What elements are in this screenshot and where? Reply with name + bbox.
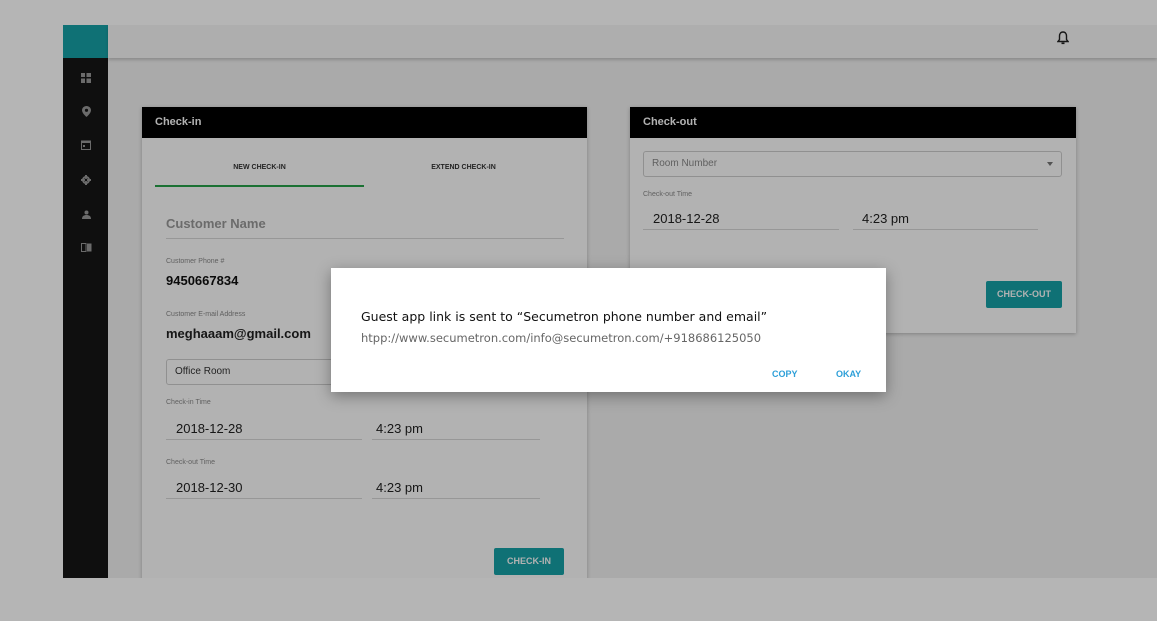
dialog-message: Guest app link is sent to “Secumetron ph… <box>361 309 768 324</box>
copy-button[interactable]: COPY <box>772 369 798 379</box>
dialog-link: htpp://www.secumetron.com/info@secumetro… <box>361 331 762 345</box>
guest-link-dialog: Guest app link is sent to “Secumetron ph… <box>331 268 886 392</box>
okay-button[interactable]: OKAY <box>836 369 861 379</box>
